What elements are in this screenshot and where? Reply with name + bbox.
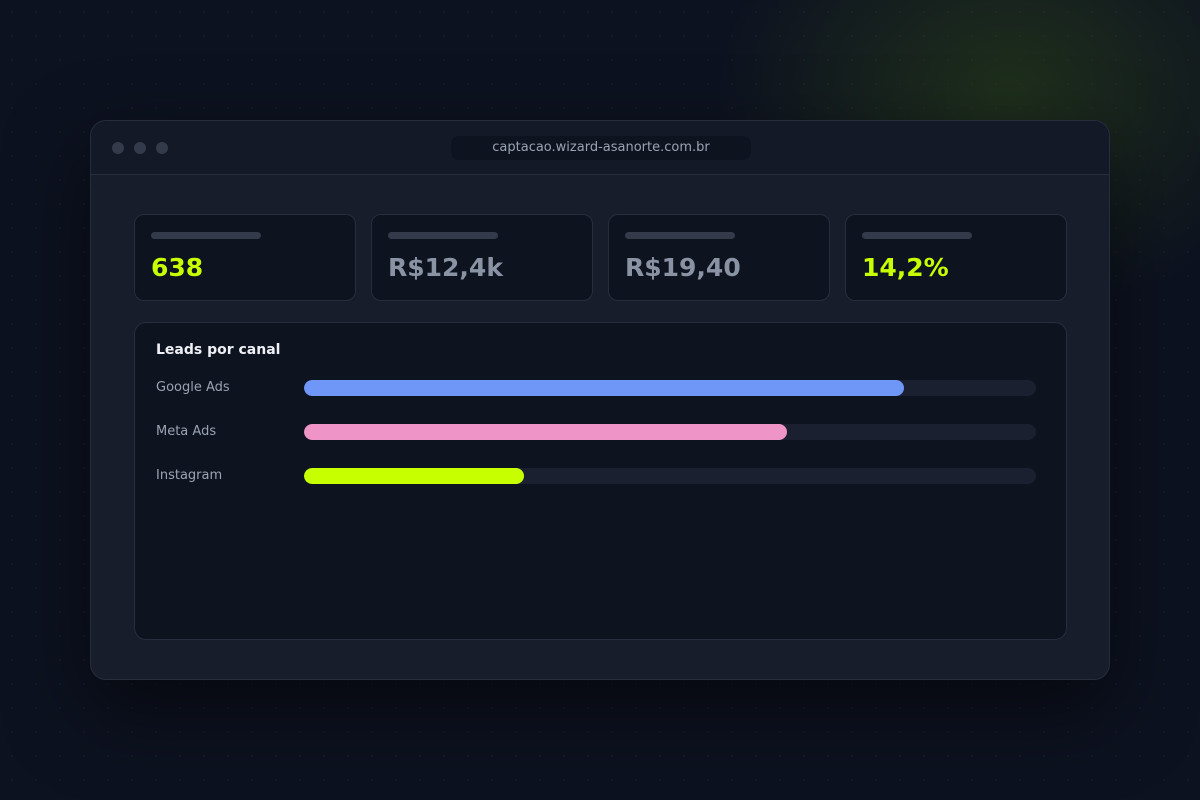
- window-maximize-dot[interactable]: [156, 142, 168, 154]
- stat-label-placeholder: [151, 232, 261, 239]
- chart-title: Leads por canal: [156, 342, 281, 358]
- stat-card-investment: R$12,4k: [371, 214, 593, 301]
- bar-row-meta-ads: Meta Ads: [156, 424, 1036, 440]
- bar-google-ads: [304, 380, 905, 396]
- browser-window: captacao.wizard-asanorte.com.br 638 R$12…: [90, 120, 1110, 680]
- bar-track: [304, 468, 1036, 484]
- stat-card-conversion: 14,2%: [845, 214, 1067, 301]
- leads-by-channel-panel: Leads por canal Google Ads Meta Ads Inst…: [134, 322, 1067, 640]
- bar-label-google-ads: Google Ads: [156, 380, 230, 395]
- bar-instagram: [304, 468, 524, 484]
- window-close-dot[interactable]: [112, 142, 124, 154]
- stat-value-investment: R$12,4k: [388, 253, 503, 282]
- bar-track: [304, 380, 1036, 396]
- stat-card-leads: 638: [134, 214, 356, 301]
- stat-cards: 638 R$12,4k R$19,40 14,2%: [134, 214, 1067, 301]
- address-bar[interactable]: captacao.wizard-asanorte.com.br: [451, 136, 751, 160]
- stat-label-placeholder: [388, 232, 498, 239]
- bar-label-instagram: Instagram: [156, 468, 223, 483]
- stat-value-cost-per-lead: R$19,40: [625, 253, 741, 282]
- browser-titlebar: captacao.wizard-asanorte.com.br: [91, 121, 1109, 175]
- stat-value-leads: 638: [151, 253, 204, 282]
- bar-row-google-ads: Google Ads: [156, 380, 1036, 396]
- bar-meta-ads: [304, 424, 788, 440]
- stat-value-conversion: 14,2%: [862, 253, 949, 282]
- bar-row-instagram: Instagram: [156, 468, 1036, 484]
- bar-label-meta-ads: Meta Ads: [156, 424, 217, 439]
- stat-label-placeholder: [862, 232, 972, 239]
- stat-card-cost-per-lead: R$19,40: [608, 214, 830, 301]
- bar-track: [304, 424, 1036, 440]
- stat-label-placeholder: [625, 232, 735, 239]
- window-minimize-dot[interactable]: [134, 142, 146, 154]
